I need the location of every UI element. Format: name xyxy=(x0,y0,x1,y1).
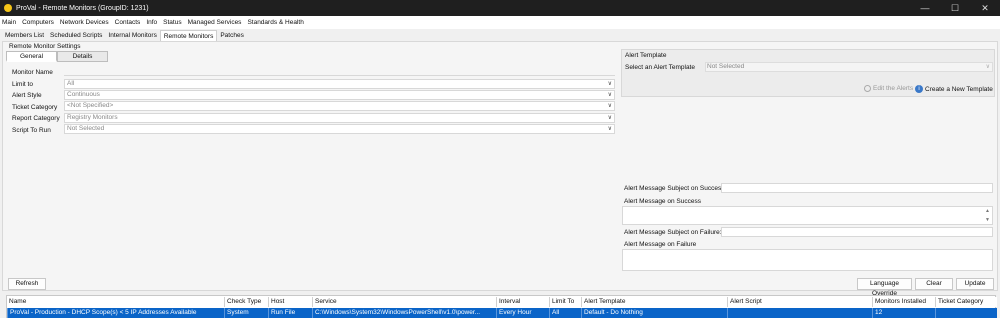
close-button[interactable]: ✕ xyxy=(970,0,1000,16)
monitor-name-input[interactable] xyxy=(64,72,615,76)
menu-status[interactable]: Status xyxy=(163,19,181,26)
language-override-button[interactable]: Language Override xyxy=(857,278,912,297)
script-to-run-label: Script To Run xyxy=(12,127,51,134)
script-to-run-value: Not Selected xyxy=(67,125,105,132)
alert-style-value: Continuous xyxy=(67,91,100,98)
column-header-name[interactable]: Name xyxy=(7,297,224,307)
column-header-ticket-category[interactable]: Ticket Category xyxy=(935,297,997,307)
chevron-down-icon: ∨ xyxy=(985,64,990,70)
edit-alerts-button[interactable]: Edit the Alerts xyxy=(864,85,913,92)
title-bar: ProVal - Remote Monitors (GroupID: 1231)… xyxy=(0,0,1000,16)
scroll-up-icon[interactable]: ▲ xyxy=(985,208,990,214)
minimize-button[interactable]: — xyxy=(910,0,940,16)
grid-header: Name Check Type Host Service Interval Li… xyxy=(7,297,997,307)
message-failure-label: Alert Message on Failure xyxy=(624,241,697,248)
message-success-label: Alert Message on Success xyxy=(624,198,701,205)
subtab-general[interactable]: General xyxy=(6,51,57,62)
monitor-name-label: Monitor Name xyxy=(12,69,53,76)
message-success-textarea[interactable]: ▲ ▼ xyxy=(622,206,993,225)
refresh-button[interactable]: Refresh xyxy=(8,278,46,290)
alert-template-title: Alert Template xyxy=(625,52,667,59)
ticket-category-label: Ticket Category xyxy=(12,104,58,111)
limit-to-label: Limit to xyxy=(12,81,33,88)
column-header-host[interactable]: Host xyxy=(268,297,312,307)
report-category-value: Registry Monitors xyxy=(67,114,118,121)
info-icon: i xyxy=(915,85,923,93)
maximize-button[interactable]: ☐ xyxy=(940,0,970,16)
column-header-service[interactable]: Service xyxy=(312,297,496,307)
menu-info[interactable]: Info xyxy=(146,19,157,26)
chevron-down-icon: ∨ xyxy=(607,81,612,87)
subject-failure-input[interactable] xyxy=(721,227,993,237)
tab-remote-monitors[interactable]: Remote Monitors xyxy=(159,30,218,41)
subject-success-label: Alert Message Subject on Success: xyxy=(624,185,727,192)
tab-internal-monitors[interactable]: Internal Monitors xyxy=(105,30,159,41)
table-row[interactable]: ProVal - Production - DHCP Scope(s) < 5 … xyxy=(7,308,997,318)
cell-alert-template: Default - Do Nothing xyxy=(581,308,727,318)
limit-to-select[interactable]: All ∨ xyxy=(64,79,615,89)
menu-managed-services[interactable]: Managed Services xyxy=(188,19,242,26)
create-template-button[interactable]: i Create a New Template xyxy=(915,85,993,93)
cell-service: C:\Windows\System32\WindowsPowerShell\v1… xyxy=(312,308,496,318)
alert-style-label: Alert Style xyxy=(12,92,42,99)
menu-computers[interactable]: Computers xyxy=(22,19,54,26)
tab-strip: Members List Scheduled Scripts Internal … xyxy=(0,29,1000,41)
window-controls: — ☐ ✕ xyxy=(910,0,1000,16)
chevron-down-icon: ∨ xyxy=(607,92,612,98)
create-template-label: Create a New Template xyxy=(925,85,993,93)
chevron-down-icon: ∨ xyxy=(607,115,612,121)
column-header-check-type[interactable]: Check Type xyxy=(224,297,268,307)
alert-template-select[interactable]: Not Selected ∨ xyxy=(705,62,993,72)
tab-scheduled-scripts[interactable]: Scheduled Scripts xyxy=(47,30,105,41)
subject-success-input[interactable] xyxy=(721,183,993,193)
menu-network-devices[interactable]: Network Devices xyxy=(60,19,109,26)
section-title: Remote Monitor Settings xyxy=(9,43,81,50)
report-category-select[interactable]: Registry Monitors ∨ xyxy=(64,113,615,123)
menu-bar: Main Computers Network Devices Contacts … xyxy=(0,16,1000,29)
cell-ticket-category xyxy=(935,308,997,318)
menu-standards-health[interactable]: Standards & Health xyxy=(247,19,303,26)
cell-name: ProVal - Production - DHCP Scope(s) < 5 … xyxy=(7,308,224,318)
subtab-strip: General Details xyxy=(6,51,108,62)
ticket-category-value: <Not Specified> xyxy=(67,102,114,109)
edit-icon xyxy=(864,85,871,92)
cell-check-type: System xyxy=(224,308,268,318)
tab-patches[interactable]: Patches xyxy=(217,30,247,41)
column-header-alert-template[interactable]: Alert Template xyxy=(581,297,727,307)
cell-alert-script xyxy=(727,308,872,318)
alert-template-select-label: Select an Alert Template xyxy=(625,64,695,71)
column-header-alert-script[interactable]: Alert Script xyxy=(727,297,872,307)
column-header-interval[interactable]: Interval xyxy=(496,297,549,307)
edit-alerts-label: Edit the Alerts xyxy=(873,85,914,92)
window-title: ProVal - Remote Monitors (GroupID: 1231) xyxy=(16,4,149,12)
update-button[interactable]: Update xyxy=(956,278,994,290)
column-header-limit-to[interactable]: Limit To xyxy=(549,297,581,307)
cell-host: Run File xyxy=(268,308,312,318)
chevron-down-icon: ∨ xyxy=(607,103,612,109)
subject-failure-label: Alert Message Subject on Failure: xyxy=(624,229,722,236)
column-header-monitors-installed[interactable]: Monitors Installed xyxy=(872,297,935,307)
alert-template-value: Not Selected xyxy=(707,63,745,70)
report-category-label: Report Category xyxy=(12,115,60,122)
tab-members-list[interactable]: Members List xyxy=(2,30,47,41)
monitors-grid: Name Check Type Host Service Interval Li… xyxy=(6,295,997,318)
menu-contacts[interactable]: Contacts xyxy=(115,19,141,26)
menu-main[interactable]: Main xyxy=(2,19,16,26)
alert-style-select[interactable]: Continuous ∨ xyxy=(64,90,615,100)
message-failure-textarea[interactable] xyxy=(622,249,993,271)
cell-monitors-installed: 12 xyxy=(872,308,935,318)
chevron-down-icon: ∨ xyxy=(607,126,612,132)
cell-limit-to: All xyxy=(549,308,581,318)
script-to-run-select[interactable]: Not Selected ∨ xyxy=(64,124,615,134)
ticket-category-select[interactable]: <Not Specified> ∨ xyxy=(64,101,615,111)
app-icon xyxy=(4,4,12,12)
limit-to-value: All xyxy=(67,80,75,87)
clear-button[interactable]: Clear xyxy=(915,278,953,290)
subtab-details[interactable]: Details xyxy=(57,51,108,62)
cell-interval: Every Hour xyxy=(496,308,549,318)
scroll-down-icon[interactable]: ▼ xyxy=(985,217,990,223)
